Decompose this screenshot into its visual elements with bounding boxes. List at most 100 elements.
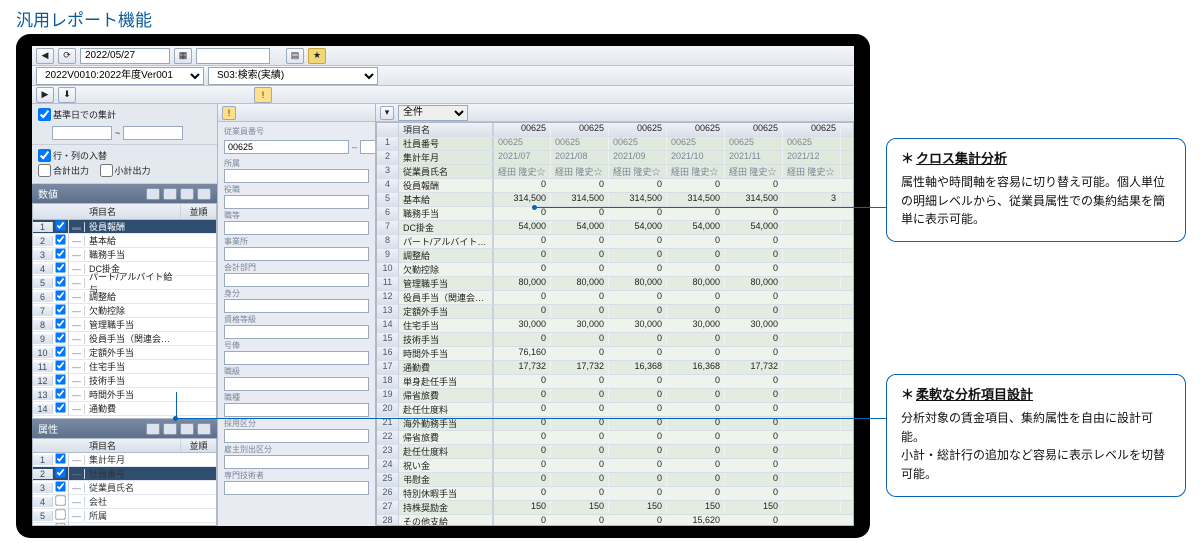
numeric-row[interactable]: 6—調整給 (33, 290, 216, 304)
run-icon[interactable]: ▶ (36, 87, 54, 103)
data-row[interactable]: 25弔慰金00000 (377, 473, 853, 487)
data-row[interactable]: 22帰省旅費00000 (377, 431, 853, 445)
attr-row[interactable]: 2—社員番号 (33, 467, 216, 481)
opt-base-aggregate-check[interactable] (38, 108, 51, 121)
data-row[interactable]: 23赴任仕度料00000 (377, 445, 853, 459)
data-row[interactable]: 21海外勤務手当00000 (377, 417, 853, 431)
data-row[interactable]: 27持株奨励金150150150150150 (377, 501, 853, 515)
attr-row[interactable]: 5—所属 (33, 509, 216, 523)
data-row[interactable]: 1社員番号006250062500625006250062500625 (377, 137, 853, 151)
opt-row-col-swap-check[interactable] (38, 149, 51, 162)
field-input[interactable] (224, 377, 369, 391)
numeric-row[interactable]: 10—定額外手当 (33, 346, 216, 360)
row-check[interactable] (55, 262, 65, 272)
data-row[interactable]: 2集計年月2021/072021/082021/092021/102021/11… (377, 151, 853, 165)
data-row[interactable]: 13定額外手当00000 (377, 305, 853, 319)
row-check[interactable] (55, 481, 65, 491)
row-check[interactable] (55, 318, 65, 328)
field-input[interactable] (224, 455, 369, 469)
row-check[interactable] (55, 388, 65, 398)
data-row[interactable]: 11管理職手当80,00080,00080,00080,00080,000 (377, 277, 853, 291)
aux-input[interactable] (196, 48, 270, 64)
field-input[interactable] (224, 351, 369, 365)
data-row[interactable]: 15技術手当00000 (377, 333, 853, 347)
opt-total-out[interactable]: 合計出力 (38, 164, 89, 177)
data-row[interactable]: 7DC掛金54,00054,00054,00054,00054,000 (377, 221, 853, 235)
numeric-row[interactable]: 8—管理職手当 (33, 318, 216, 332)
opt-row-col-swap[interactable]: 行・列の入替 (38, 149, 107, 162)
panel-tool-icon[interactable] (180, 188, 194, 200)
panel-tool-icon[interactable] (146, 188, 160, 200)
field-input[interactable] (224, 169, 369, 183)
tool-icon-2[interactable]: ★ (308, 48, 326, 64)
data-row[interactable]: 18単身赴任手当00000 (377, 375, 853, 389)
data-row[interactable]: 6職務手当00000 (377, 207, 853, 221)
field-input[interactable] (224, 195, 369, 209)
warning-icon[interactable]: ! (254, 87, 272, 103)
range-to[interactable] (123, 126, 183, 140)
date-picker-icon[interactable]: ▦ (174, 48, 192, 64)
row-check[interactable] (55, 402, 65, 412)
export-icon[interactable]: ⬇ (58, 87, 76, 103)
empno-from[interactable] (224, 140, 349, 154)
date-input[interactable] (80, 48, 170, 64)
empno-to[interactable] (360, 140, 375, 154)
data-grid[interactable]: 項目名 00625 00625 00625 00625 00625 00625 … (376, 122, 854, 526)
range-from[interactable] (52, 126, 112, 140)
numeric-row[interactable]: 3—職務手当 (33, 248, 216, 262)
row-check[interactable] (55, 453, 65, 463)
row-check[interactable] (55, 290, 65, 300)
numeric-row[interactable]: 9—役員手当（関連会… (33, 332, 216, 346)
attr-row[interactable]: 6—職種 (33, 523, 216, 526)
row-check[interactable] (55, 304, 65, 314)
data-row[interactable]: 17通勤費17,73217,73216,36816,36817,732 (377, 361, 853, 375)
data-row[interactable]: 3従業員氏名経田 隆史☆経田 隆史☆経田 隆史☆経田 隆史☆経田 隆史☆経田 隆… (377, 165, 853, 179)
data-row[interactable]: 16時間外手当76,1600000 (377, 347, 853, 361)
attr-grid[interactable]: 項目名 並順 1—集計年月2—社員番号3—従業員氏名4—会社5—所属6—職種 (32, 438, 217, 526)
opt-total-out-check[interactable] (38, 164, 51, 177)
version-select[interactable]: 2022V0010:2022年度Ver001 (36, 67, 204, 85)
row-check[interactable] (55, 234, 65, 244)
row-check[interactable] (55, 220, 65, 230)
numeric-row[interactable]: 14—通勤費 (33, 402, 216, 416)
field-input[interactable] (224, 273, 369, 287)
numeric-row[interactable]: 12—技術手当 (33, 374, 216, 388)
data-row[interactable]: 14住宅手当30,00030,00030,00030,00030,000 (377, 319, 853, 333)
nav-back-icon[interactable]: ◀ (36, 48, 54, 64)
numeric-row[interactable]: 5—パート/アルバイト給与 (33, 276, 216, 290)
row-check[interactable] (55, 495, 65, 505)
opt-subtotal-out-check[interactable] (100, 164, 113, 177)
panel-tool-icon[interactable] (146, 423, 160, 435)
row-check[interactable] (55, 374, 65, 384)
panel-tool-icon[interactable] (197, 188, 211, 200)
opt-subtotal-out[interactable]: 小計出力 (100, 164, 151, 177)
data-row[interactable]: 10欠勤控除00000 (377, 263, 853, 277)
field-input[interactable] (224, 221, 369, 235)
row-check[interactable] (55, 467, 65, 477)
data-row[interactable]: 9調整給00000 (377, 249, 853, 263)
refresh-icon[interactable]: ⟳ (58, 48, 76, 64)
numeric-row[interactable]: 11—住宅手当 (33, 360, 216, 374)
row-check[interactable] (55, 523, 65, 526)
data-row[interactable]: 24祝い金00000 (377, 459, 853, 473)
opt-base-aggregate[interactable]: 基準日での集計 (38, 108, 116, 121)
panel-tool-icon[interactable] (163, 423, 177, 435)
panel-tool-icon[interactable] (163, 188, 177, 200)
tool-icon-1[interactable]: ▤ (286, 48, 304, 64)
attr-row[interactable]: 3—従業員氏名 (33, 481, 216, 495)
field-input[interactable] (224, 481, 369, 495)
attr-row[interactable]: 1—集計年月 (33, 453, 216, 467)
warning-icon[interactable]: ! (222, 106, 236, 120)
numeric-grid[interactable]: 項目名 並順 1▬役員報酬2—基本給3—職務手当4—DC掛金5—パート/アルバイ… (32, 203, 217, 419)
attr-row[interactable]: 4—会社 (33, 495, 216, 509)
row-check[interactable] (55, 332, 65, 342)
field-input[interactable] (224, 325, 369, 339)
data-row[interactable]: 5基本給314,500314,500314,500314,500314,5003 (377, 193, 853, 207)
field-input[interactable] (224, 403, 369, 417)
data-row[interactable]: 19帰省旅費00000 (377, 389, 853, 403)
search-select[interactable]: S03:検索(実績) (208, 67, 378, 85)
numeric-row[interactable]: 7—欠勤控除 (33, 304, 216, 318)
numeric-row[interactable]: 1▬役員報酬 (33, 220, 216, 234)
filter-icon[interactable]: ▾ (380, 106, 394, 120)
row-check[interactable] (55, 346, 65, 356)
